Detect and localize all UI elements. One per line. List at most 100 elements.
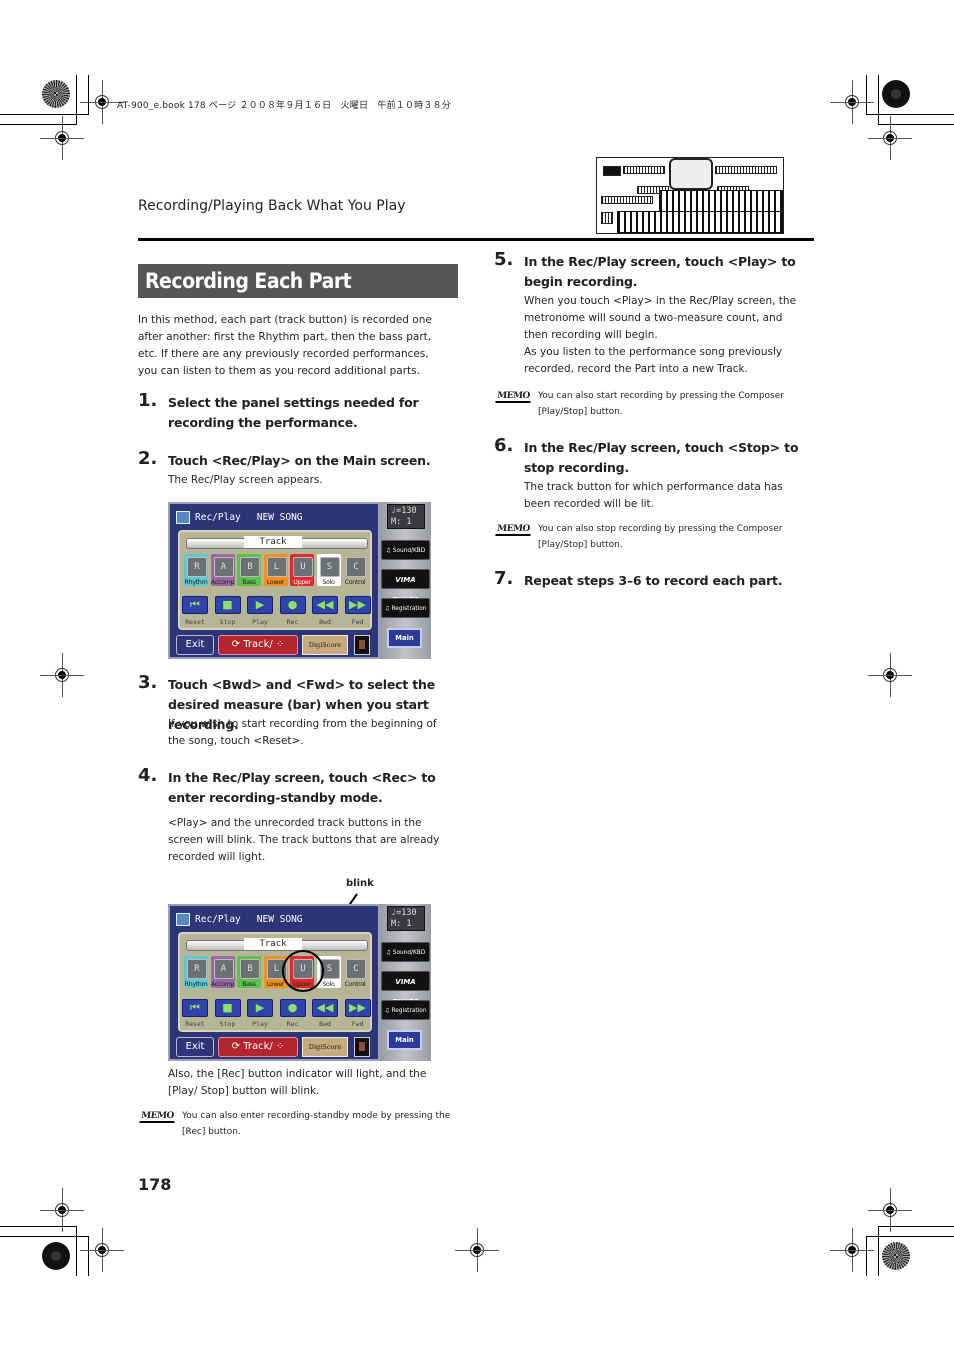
screen-side-panel: ♩=130M: 1 ♫ Sound/KBD VIMA TUNES♫ Registra… xyxy=(380,904,431,1061)
track-button-rhythm[interactable]: R Rhythm xyxy=(184,956,208,988)
track-button-solo[interactable]: S Solo xyxy=(316,554,341,586)
tempo-value: ♩=130 xyxy=(391,506,417,516)
track-button-accomp[interactable]: A Accomp xyxy=(210,956,235,988)
running-head: Recording/Playing Back What You Play xyxy=(138,198,406,214)
sound-kbd-button[interactable]: ♫ Sound/KBD xyxy=(381,942,430,962)
digiscore-button[interactable]: DigiScore xyxy=(302,635,348,655)
exit-button[interactable]: Exit xyxy=(176,635,214,655)
track-button-control[interactable]: C Control xyxy=(343,554,367,586)
track-score-toggle-button[interactable]: ⟳ Track/ ⁘ xyxy=(218,1037,298,1057)
track-button-label: Accomp xyxy=(210,981,235,988)
vima-tunes-button[interactable]: VIMA TUNES xyxy=(381,971,430,1006)
measure-value: M: 1 xyxy=(391,919,412,929)
blink-callout-label: blink xyxy=(346,878,374,889)
step-2-body: The Rec/Play screen appears. xyxy=(168,474,323,486)
transport-reset-button[interactable]: ⏮ xyxy=(182,999,208,1017)
transport-reset-button[interactable]: ⏮ xyxy=(182,596,208,614)
rec-icon: ● xyxy=(287,1001,298,1014)
track-button-upper[interactable]: U Upper xyxy=(290,554,314,586)
track-button-cap: U xyxy=(293,557,313,577)
step-4-body: <Play> and the unrecorded track buttons … xyxy=(168,817,440,863)
reset-icon: ⏮ xyxy=(190,1001,200,1014)
transport-stop-button[interactable]: ■ xyxy=(214,596,241,614)
track-button-bass[interactable]: B Bass xyxy=(237,554,261,586)
main-button[interactable]: Main xyxy=(387,1030,422,1050)
screen-titlebar: Rec/Play NEW SONG xyxy=(176,510,303,526)
track-button-control[interactable]: C Control xyxy=(343,956,367,988)
stop-icon: ■ xyxy=(222,1001,233,1014)
crop-line xyxy=(866,1236,867,1276)
registration-button[interactable]: ♫ Registration xyxy=(381,598,430,618)
vima-tunes-button[interactable]: VIMA TUNES xyxy=(381,569,430,604)
print-target-bottom-left xyxy=(42,1242,70,1270)
crop-line xyxy=(76,1226,77,1276)
page-toggle-button[interactable] xyxy=(354,1037,370,1057)
page-toggle-button[interactable] xyxy=(354,635,370,655)
transport-label: Fwd xyxy=(351,1020,364,1028)
step-heading: Touch <Rec/Play> on the Main screen. xyxy=(168,453,431,468)
transport-play-button[interactable]: ▶ xyxy=(247,596,273,614)
screen-title: Rec/Play xyxy=(195,512,241,523)
sound-kbd-button[interactable]: ♫ Sound/KBD xyxy=(381,540,430,560)
digiscore-button[interactable]: DigiScore xyxy=(302,1037,348,1057)
transport-fwd-button[interactable]: ▶▶ xyxy=(344,596,371,614)
track-button-rhythm[interactable]: R Rhythm xyxy=(184,554,208,586)
track-button-bass[interactable]: B Bass xyxy=(237,956,261,988)
step-6-body: The track button for which performance d… xyxy=(524,481,783,510)
memo-text: You can also start recording by pressing… xyxy=(538,391,784,417)
transport-label: Play xyxy=(252,618,268,626)
display-screen-icon xyxy=(669,158,713,190)
track-button-lower[interactable]: L Lower xyxy=(263,554,288,586)
print-target-top-right xyxy=(882,80,910,108)
transport-label: Bwd xyxy=(319,1020,331,1028)
transport-label: Reset xyxy=(185,618,205,626)
track-score-toggle-button[interactable]: ⟳ Track/ ⁘ xyxy=(218,635,298,655)
screen-title: Rec/Play xyxy=(195,914,241,925)
exit-button[interactable]: Exit xyxy=(176,1037,214,1057)
print-target-bottom-right xyxy=(882,1242,910,1270)
track-panel: Track R Rhythm A Accomp B Bass L Lower U Upper S Sol… xyxy=(178,530,372,630)
play-icon: ▶ xyxy=(255,598,265,611)
rec-icon: ● xyxy=(287,598,298,611)
transport-bwd-button[interactable]: ◀◀ xyxy=(312,999,338,1017)
crop-line xyxy=(0,1226,76,1227)
registration-mark xyxy=(40,116,84,160)
crop-line xyxy=(866,114,954,115)
crop-line xyxy=(866,75,867,115)
track-button-accomp[interactable]: A Accomp xyxy=(210,554,235,586)
fwd-icon: ▶▶ xyxy=(349,598,366,611)
main-button[interactable]: Main xyxy=(387,628,422,648)
track-label: Track xyxy=(244,536,302,548)
crop-line xyxy=(878,75,879,125)
memo-icon: MEMO xyxy=(139,1111,176,1123)
step-number: 7. xyxy=(494,568,514,589)
transport-label: Stop xyxy=(219,618,236,626)
bwd-icon: ◀◀ xyxy=(316,1001,334,1014)
step-heading: Select the panel settings needed for rec… xyxy=(168,395,419,430)
song-name: NEW SONG xyxy=(256,512,303,523)
registration-mark xyxy=(868,116,912,160)
tempo-display: ♩=130 M: 1 xyxy=(387,504,425,529)
step-4-after: Also, the [Rec] button indicator will li… xyxy=(168,1068,427,1097)
transport-rec-button[interactable]: ● xyxy=(279,999,306,1017)
fwd-icon: ▶▶ xyxy=(349,1001,366,1014)
track-button-cap: C xyxy=(346,959,366,979)
memo-text: You can also stop recording by pressing … xyxy=(538,524,783,550)
transport-label: Play xyxy=(252,1020,268,1028)
reset-icon: ⏮ xyxy=(190,598,200,611)
registration-mark xyxy=(830,1228,874,1272)
track-button-cap: C xyxy=(346,557,366,577)
registration-button[interactable]: ♫ Registration xyxy=(381,1000,430,1020)
lower-keyboard-icon xyxy=(617,211,783,233)
transport-stop-button[interactable]: ■ xyxy=(214,999,241,1017)
transport-rec-button[interactable]: ● xyxy=(279,596,306,614)
transport-bwd-button[interactable]: ◀◀ xyxy=(312,596,338,614)
registration-mark xyxy=(455,1228,499,1272)
step-number: 6. xyxy=(494,435,514,456)
step-heading: In the Rec/Play screen, touch <Play> to … xyxy=(524,254,796,289)
transport-play-button[interactable]: ▶ xyxy=(247,999,273,1017)
track-button-cap: L xyxy=(266,557,287,577)
track-button-label: Solo xyxy=(322,579,335,586)
track-button-label: Lower xyxy=(266,579,285,586)
transport-fwd-button[interactable]: ▶▶ xyxy=(344,999,371,1017)
